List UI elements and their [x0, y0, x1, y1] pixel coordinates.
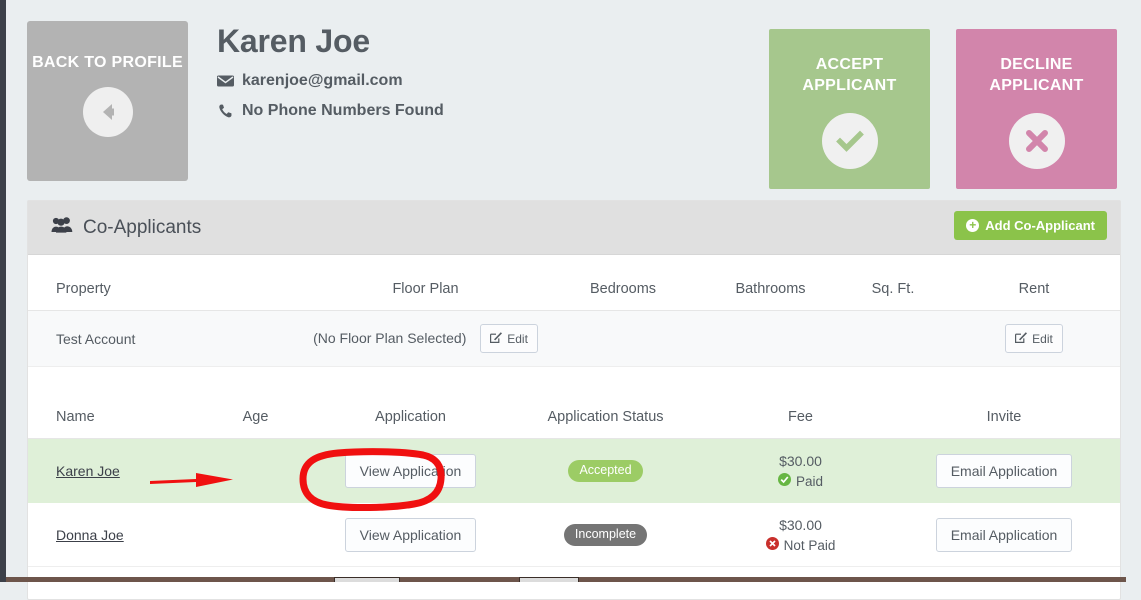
page-content: BACK TO PROFILE Karen Joe karenjoe@gmail… — [6, 0, 1141, 600]
column-header-age: Age — [188, 395, 323, 439]
applicant-email-row: karenjoe@gmail.com — [217, 71, 444, 91]
column-header-rent: Rent — [948, 267, 1120, 311]
applicant-phone: No Phone Numbers Found — [242, 102, 444, 119]
cell-name: Karen Joe — [28, 438, 188, 503]
floor-plan-value: (No Floor Plan Selected) — [313, 330, 467, 346]
column-header-property: Property — [28, 267, 308, 311]
card-title: Co-Applicants — [51, 217, 201, 239]
applicant-header: BACK TO PROFILE Karen Joe karenjoe@gmail… — [27, 21, 1121, 189]
column-header-invite: Invite — [888, 395, 1120, 439]
applicants-table: Name Age Application Application Status … — [28, 395, 1120, 567]
status-badge: Incomplete — [563, 523, 648, 546]
fee-status-label: Paid — [795, 473, 824, 489]
fee-amount: $30.00 — [779, 453, 822, 469]
applicant-name-link[interactable]: Donna Joe — [56, 527, 124, 543]
edit-rent-button[interactable]: Edit — [1005, 324, 1063, 353]
column-header-bedrooms: Bedrooms — [543, 267, 703, 311]
check-circle-icon — [777, 473, 791, 489]
pencil-square-icon — [490, 331, 503, 346]
back-to-profile-button[interactable]: BACK TO PROFILE — [27, 21, 188, 181]
applicant-phone-row: No Phone Numbers Found — [217, 101, 444, 121]
decline-applicant-label: DECLINE APPLICANT — [989, 56, 1084, 94]
cell-application: View Application — [323, 502, 498, 567]
column-header-bathrooms: Bathrooms — [703, 267, 838, 311]
card-title-text: Co-Applicants — [83, 216, 202, 238]
accept-applicant-button[interactable]: ACCEPT APPLICANT — [769, 29, 930, 189]
users-icon — [51, 216, 73, 239]
x-circle-icon — [1008, 113, 1065, 169]
applicant-name-link[interactable]: Karen Joe — [56, 463, 120, 479]
column-header-sqft: Sq. Ft. — [838, 267, 948, 311]
email-application-button[interactable]: Email Application — [935, 517, 1073, 552]
co-applicants-card: Co-Applicants + Add Co-Applicant Propert… — [27, 200, 1121, 600]
column-header-floor-plan: Floor Plan — [308, 267, 543, 311]
x-circle-icon — [765, 537, 779, 553]
add-co-applicant-button[interactable]: + Add Co-Applicant — [954, 211, 1107, 240]
fee-status: Not Paid — [713, 537, 888, 553]
cell-age — [188, 502, 323, 567]
view-application-button[interactable]: View Application — [344, 517, 477, 552]
status-badge: Accepted — [568, 459, 643, 482]
cell-invite: Email Application — [888, 502, 1120, 567]
pencil-square-icon — [1015, 331, 1028, 346]
edit-rent-label: Edit — [1032, 331, 1053, 346]
cell-invite: Email Application — [888, 438, 1120, 503]
back-to-profile-label: BACK TO PROFILE — [32, 54, 183, 71]
fee-amount: $30.00 — [779, 517, 822, 533]
applicant-email: karenjoe@gmail.com — [242, 72, 403, 89]
fee-status: Paid — [713, 473, 888, 489]
email-application-button[interactable]: Email Application — [935, 453, 1073, 488]
table-row: Test Account (No Floor Plan Selected) Ed… — [28, 310, 1120, 367]
applicants-table-header-row: Name Age Application Application Status … — [28, 395, 1120, 439]
property-table-wrap: Property Floor Plan Bedrooms Bathrooms S… — [28, 255, 1120, 367]
footer-segment — [519, 577, 579, 582]
applicants-table-wrap: Name Age Application Application Status … — [28, 367, 1120, 567]
applicant-identity: Karen Joe karenjoe@gmail.com No Phone Nu… — [217, 21, 444, 121]
view-application-button[interactable]: View Application — [344, 453, 477, 488]
cell-application-status: Incomplete — [498, 502, 713, 567]
edit-floor-plan-label: Edit — [507, 331, 528, 346]
co-applicants-card-header: Co-Applicants + Add Co-Applicant — [28, 201, 1120, 255]
envelope-icon — [217, 75, 234, 87]
cell-fee: $30.00 Not Paid — [713, 502, 888, 567]
add-co-applicant-label: Add Co-Applicant — [985, 218, 1095, 233]
property-table-header-row: Property Floor Plan Bedrooms Bathrooms S… — [28, 267, 1120, 311]
phone-icon — [217, 104, 234, 118]
column-header-application: Application — [323, 395, 498, 439]
cell-name: Donna Joe — [28, 502, 188, 567]
cell-application-status: Accepted — [498, 438, 713, 503]
cell-bathrooms — [703, 310, 838, 367]
arrow-left-circle-icon — [82, 87, 133, 137]
page-title: Karen Joe — [217, 23, 370, 59]
decline-applicant-button[interactable]: DECLINE APPLICANT — [956, 29, 1117, 189]
plus-circle-icon: + — [966, 219, 980, 232]
accept-applicant-label: ACCEPT APPLICANT — [802, 56, 897, 94]
cell-rent: Edit — [948, 310, 1120, 367]
edit-floor-plan-button[interactable]: Edit — [480, 324, 538, 353]
cell-bedrooms — [543, 310, 703, 367]
property-table: Property Floor Plan Bedrooms Bathrooms S… — [28, 267, 1120, 367]
cell-application: View Application — [323, 438, 498, 503]
column-header-fee: Fee — [713, 395, 888, 439]
check-circle-icon — [821, 113, 878, 169]
cell-floor-plan: (No Floor Plan Selected) Edit — [308, 310, 543, 367]
table-row: Donna Joe View Application Incomplete $3… — [28, 502, 1120, 567]
footer-segment — [334, 577, 400, 582]
fee-status-label: Not Paid — [783, 537, 836, 553]
cell-sqft — [838, 310, 948, 367]
column-header-name: Name — [28, 395, 188, 439]
cell-property: Test Account — [28, 310, 308, 367]
cell-fee: $30.00 Paid — [713, 438, 888, 503]
cell-age — [188, 438, 323, 503]
table-row: Karen Joe View Application Accepted $30.… — [28, 438, 1120, 503]
column-header-application-status: Application Status — [498, 395, 713, 439]
